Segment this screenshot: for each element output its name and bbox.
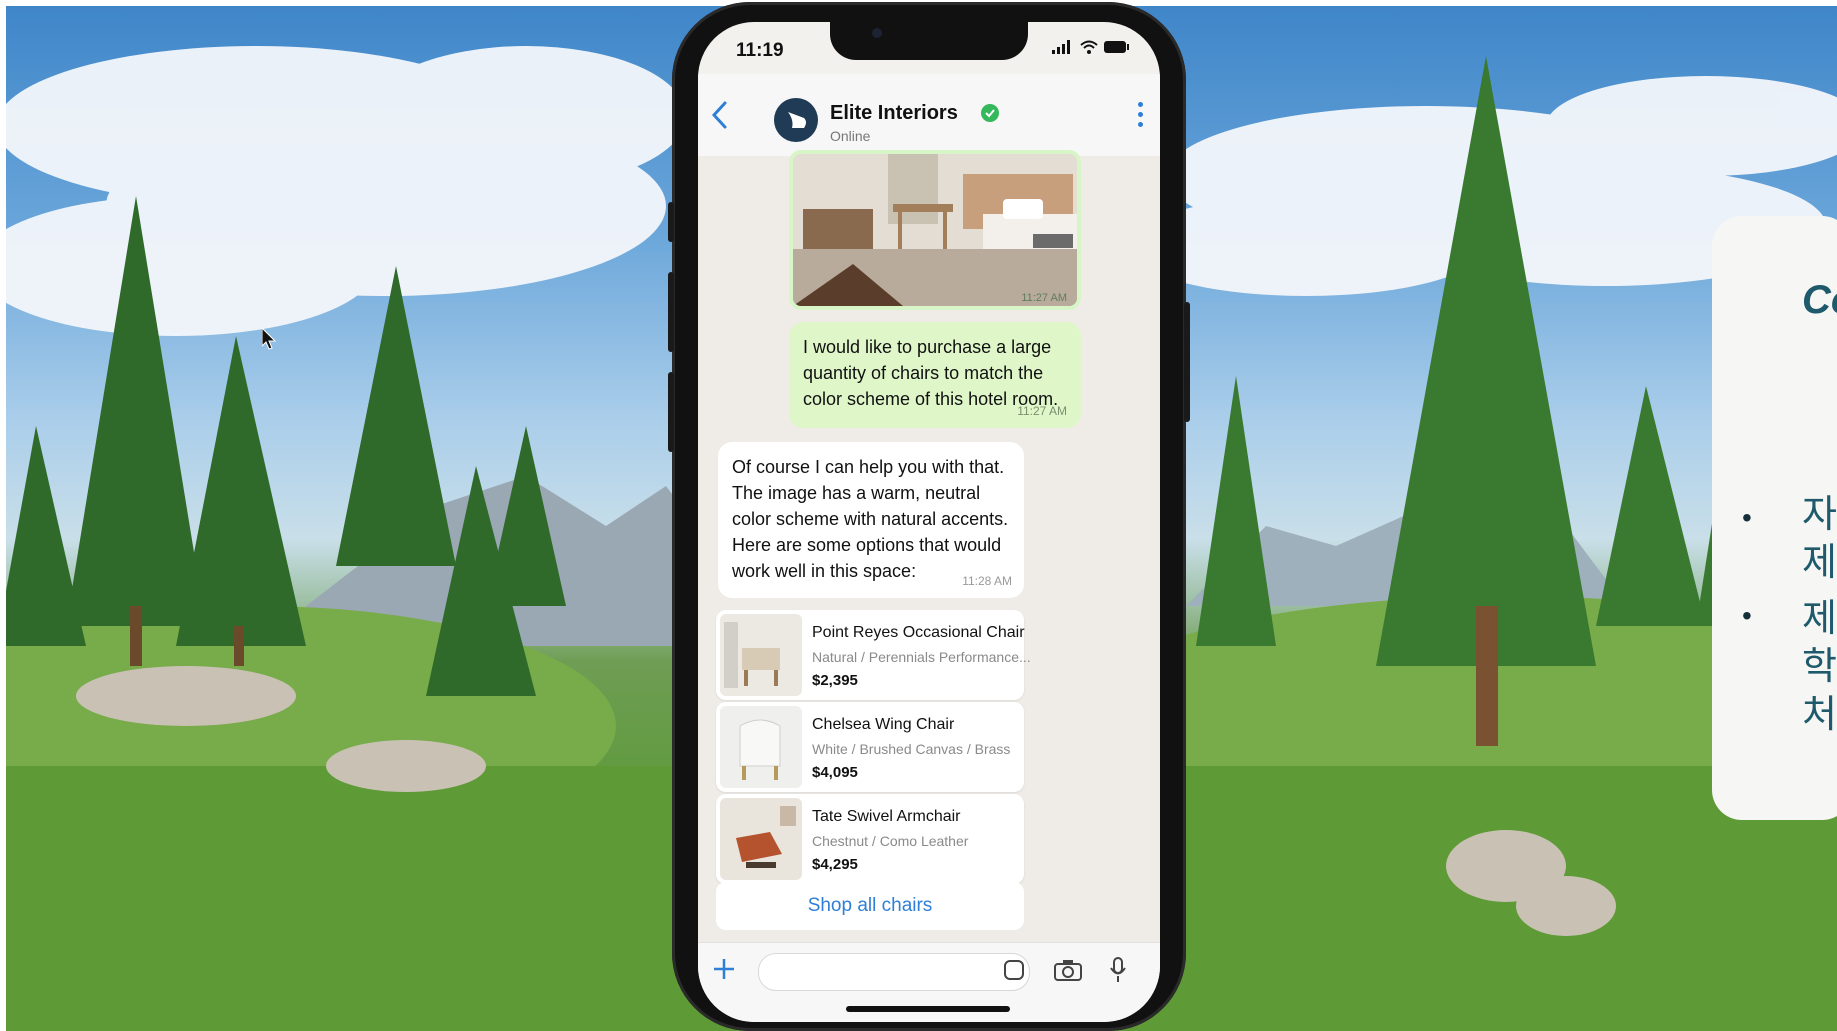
product-thumbnail (720, 614, 802, 696)
battery-icon (1104, 41, 1129, 53)
hotel-room-photo[interactable] (793, 154, 1077, 306)
product-card-tate[interactable]: Tate Swivel Armchair Chestnut / Como Lea… (716, 794, 1024, 884)
product-price: $4,095 (812, 764, 858, 781)
chair-logo-icon (788, 112, 806, 128)
mouse-cursor-icon (262, 328, 276, 350)
camera-icon[interactable] (1054, 959, 1082, 981)
phone-volume-up (668, 272, 674, 352)
phone-power-button (1184, 302, 1190, 422)
verified-badge-icon (981, 104, 999, 122)
incoming-message-text: Of course I can help you with that. The … (732, 457, 1009, 581)
message-timestamp: 11:27 AM (1021, 292, 1067, 304)
more-vertical-icon[interactable] (1138, 102, 1144, 132)
product-variant: Natural / Perennials Performance... (812, 649, 1031, 665)
contact-name[interactable]: Elite Interiors (830, 102, 958, 125)
message-timestamp: 11:28 AM (962, 574, 1012, 588)
message-input[interactable] (758, 953, 1030, 991)
outgoing-message-text: I would like to purchase a large quantit… (803, 337, 1059, 409)
chat-header: Elite Interiors Online (698, 74, 1160, 157)
front-camera (872, 28, 882, 38)
message-timestamp: 11:27 AM (1017, 404, 1067, 418)
status-bar-icons (1052, 40, 1130, 54)
sticker-icon[interactable] (1004, 960, 1024, 980)
bullet-dot-icon: • (1742, 600, 1752, 631)
product-variant: White / Brushed Canvas / Brass (812, 741, 1011, 757)
product-name: Point Reyes Occasional Chair (812, 624, 1025, 641)
chevron-left-icon[interactable] (710, 100, 728, 130)
microphone-icon[interactable] (1110, 957, 1126, 983)
phone-screen: 11:19 Elite Interiors Online 11:27 AM I … (698, 22, 1160, 1022)
info-card-bullet-2: 제 학 처 (1802, 596, 1837, 736)
plus-icon[interactable] (712, 957, 736, 981)
chat-thread[interactable]: 11:27 AM I would like to purchase a larg… (698, 150, 1160, 942)
product-variant: Chestnut / Como Leather (812, 833, 969, 849)
signal-icon (1052, 40, 1070, 54)
wifi-icon (1080, 40, 1098, 54)
home-indicator[interactable] (846, 1006, 1010, 1012)
product-thumbnail (720, 706, 802, 788)
incoming-message[interactable]: Of course I can help you with that. The … (718, 442, 1024, 598)
phone-frame: 11:19 Elite Interiors Online 11:27 AM I … (668, 2, 1190, 1031)
phone-silent-switch (668, 202, 674, 242)
phone-notch (830, 22, 1028, 60)
product-card-chelsea[interactable]: Chelsea Wing Chair White / Brushed Canva… (716, 702, 1024, 792)
product-name: Chelsea Wing Chair (812, 716, 955, 733)
product-thumbnail (720, 798, 802, 880)
avatar[interactable] (774, 98, 818, 142)
info-card-title: Co (1802, 278, 1837, 322)
bullet-dot-icon: • (1742, 502, 1752, 533)
product-price: $4,295 (812, 856, 858, 873)
info-card-bullet-1: 자 제 (1802, 492, 1837, 584)
status-bar-time: 11:19 (736, 40, 784, 61)
phone-volume-down (668, 372, 674, 452)
contact-status: Online (830, 128, 871, 144)
outgoing-image-message[interactable]: 11:27 AM (789, 150, 1081, 310)
outgoing-message[interactable]: I would like to purchase a large quantit… (789, 322, 1081, 428)
shop-all-chairs-button[interactable]: Shop all chairs (716, 882, 1024, 930)
product-card-point-reyes[interactable]: Point Reyes Occasional Chair Natural / P… (716, 610, 1031, 700)
hotel-room-illustration (793, 154, 1077, 306)
product-price: $2,395 (812, 672, 858, 689)
product-name: Tate Swivel Armchair (812, 808, 961, 825)
